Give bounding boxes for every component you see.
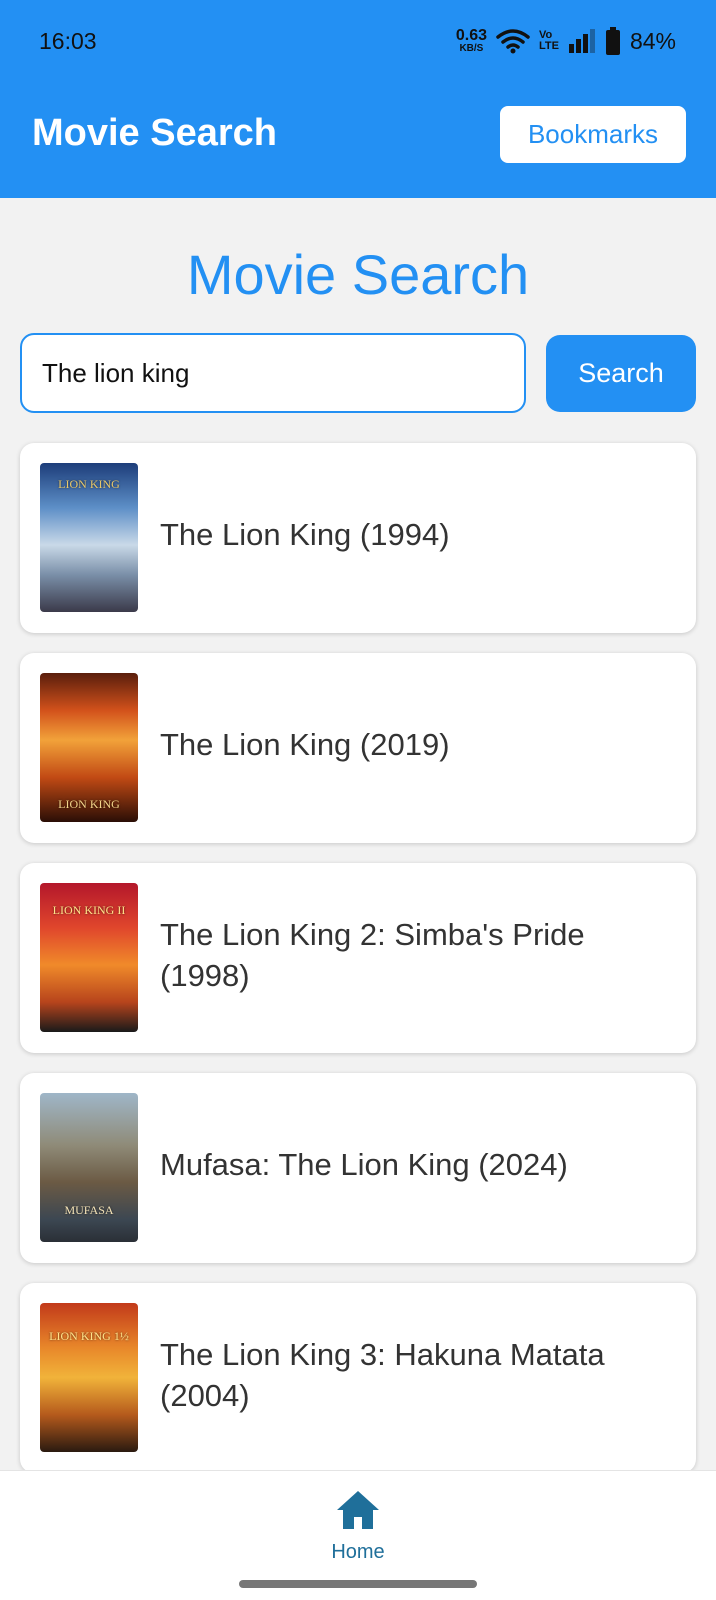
home-icon[interactable] [335,1489,381,1531]
movie-card[interactable]: LION KING The Lion King (1994) [20,443,696,633]
battery-percent: 84% [629,27,676,54]
status-bar: 16:03 0.63 KB/S Vo LTE 84% [0,0,716,84]
movie-title: Mufasa: The Lion King (2024) [160,1147,568,1182]
movie-poster: MUFASA [40,1093,138,1242]
poster-title: LION KING II [52,903,126,917]
movie-card[interactable]: LION KING 1½ The Lion King 3: Hakuna Mat… [20,1283,696,1473]
movie-poster: LION KING 1½ [40,1303,138,1452]
app-bar: 16:03 0.63 KB/S Vo LTE 84% Movie Search … [0,0,716,198]
nav-home-label[interactable]: Home [0,1541,716,1564]
movie-title: The Lion King 3: Hakuna Matata (2004) [160,1337,605,1413]
poster-title: LION KING [58,477,120,491]
movie-card[interactable]: LION KING II The Lion King 2: Simba's Pr… [20,863,696,1053]
movie-poster: LION KING II [40,883,138,1032]
status-time: 16:03 [39,28,97,54]
app-title: Movie Search [32,112,277,154]
poster-title: MUFASA [64,1203,114,1217]
movie-card[interactable]: MUFASA Mufasa: The Lion King (2024) [20,1073,696,1263]
volte-icon: Vo LTE [538,29,559,52]
battery-icon [605,27,620,55]
movie-poster: LION KING [40,673,138,822]
movie-title: The Lion King (1994) [160,517,450,552]
status-icons: 0.63 KB/S Vo LTE 84% [456,24,676,58]
net-speed: 0.63 KB/S [455,27,487,54]
bottom-nav: Home [0,1470,716,1600]
movie-title: The Lion King 2: Simba's Pride (1998) [160,917,585,993]
signal-icon [568,29,595,53]
wifi-icon [496,29,530,54]
bookmarks-button[interactable]: Bookmarks [500,106,686,163]
search-button[interactable]: Search [546,335,696,412]
movie-card[interactable]: LION KING The Lion King (2019) [20,653,696,843]
gesture-bar [239,1580,477,1588]
search-input[interactable] [20,333,526,413]
movie-poster: LION KING [40,463,138,612]
poster-title: LION KING 1½ [49,1329,129,1343]
movie-title: The Lion King (2019) [160,727,450,762]
poster-title: LION KING [58,797,120,811]
page-heading: Movie Search [186,243,530,306]
